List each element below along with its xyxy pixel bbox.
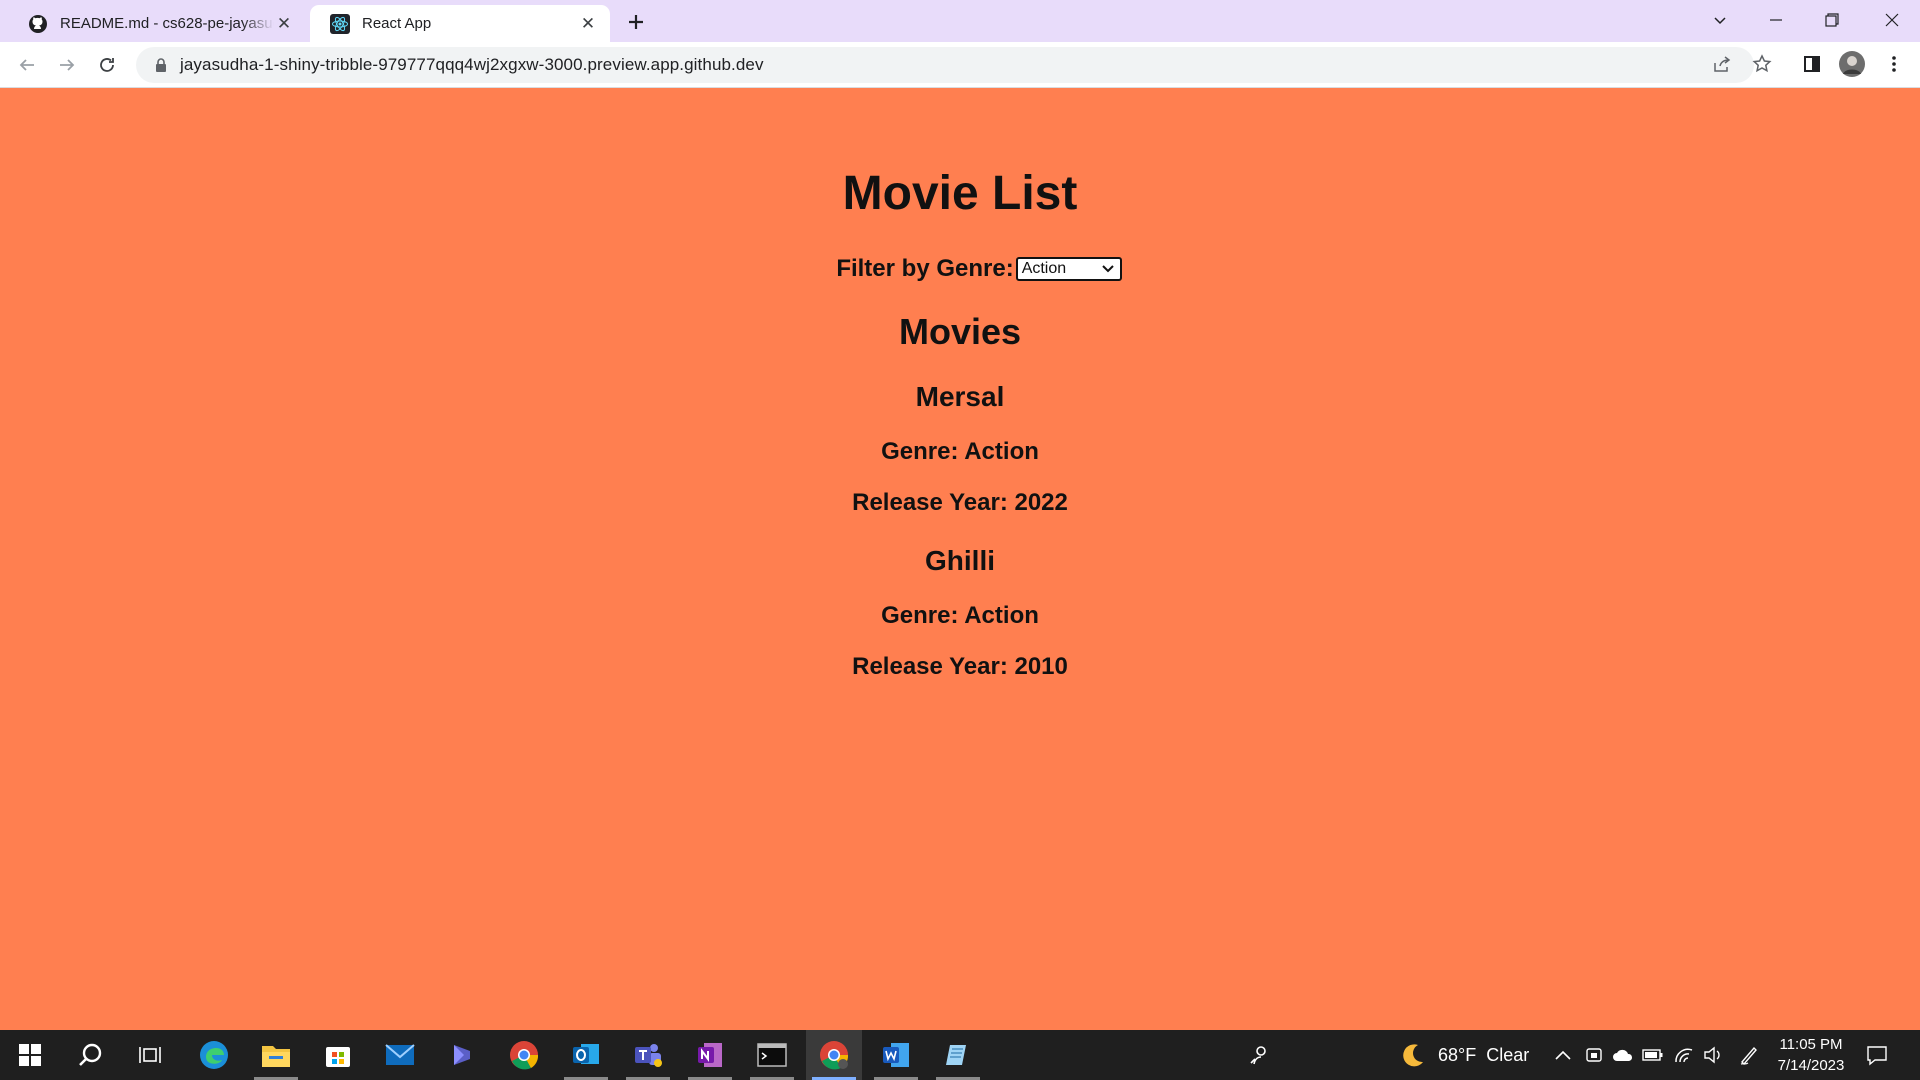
start-icon[interactable] — [2, 1030, 58, 1080]
task-view-icon[interactable] — [122, 1030, 178, 1080]
share-icon[interactable] — [1708, 50, 1736, 78]
forward-arrow-icon[interactable] — [50, 48, 84, 82]
pen-ink-icon[interactable] — [1738, 1030, 1760, 1080]
close-tab-icon[interactable]: ✕ — [578, 14, 598, 34]
chrome-icon[interactable] — [496, 1030, 552, 1080]
notification-center-icon[interactable] — [1866, 1030, 1888, 1080]
mail-icon[interactable] — [372, 1030, 428, 1080]
tab-readme[interactable]: README.md - cs628-pe-jayasudha ✕ — [8, 5, 306, 42]
system-clock[interactable]: 11:05 PM 7/14/2023 — [1766, 1034, 1856, 1076]
back-arrow-icon[interactable] — [10, 48, 44, 82]
chevron-down-icon — [1101, 260, 1114, 278]
genre-select-value: Action — [1021, 260, 1067, 277]
chrome-active-icon[interactable] — [806, 1030, 862, 1080]
onedrive-cloud-icon[interactable] — [1612, 1030, 1634, 1080]
copilot-icon[interactable] — [434, 1030, 490, 1080]
tab-search-chevron-icon[interactable] — [1692, 0, 1748, 40]
movie-release-year: Release Year: 2010 — [852, 653, 1068, 680]
tab-title: README.md - cs628-pe-jayasudha — [60, 15, 274, 32]
file-explorer-icon[interactable] — [248, 1030, 304, 1080]
bookmark-star-icon[interactable] — [1748, 50, 1776, 78]
genre-select[interactable]: Action — [1015, 257, 1122, 281]
restore-icon[interactable] — [1804, 0, 1860, 40]
wifi-icon[interactable] — [1674, 1030, 1696, 1080]
browser-toolbar: jayasudha-1-shiny-tribble-979777qqq4wj2x… — [0, 42, 1920, 88]
reload-icon[interactable] — [90, 48, 124, 82]
lock-icon[interactable] — [152, 56, 170, 74]
terminal-icon[interactable] — [744, 1030, 800, 1080]
kebab-menu-icon[interactable] — [1880, 50, 1908, 78]
search-icon[interactable] — [62, 1030, 118, 1080]
moon-icon — [1400, 1042, 1426, 1068]
microsoft-store-icon[interactable] — [310, 1030, 366, 1080]
tab-react-app[interactable]: React App ✕ — [310, 5, 610, 42]
clock-time: 11:05 PM — [1779, 1036, 1843, 1053]
movie-genre: Genre: Action — [881, 438, 1039, 465]
profile-avatar[interactable] — [1838, 50, 1866, 78]
page-content: Movie List Filter by Genre: Action Movie… — [0, 89, 1920, 1030]
movie-title: Ghilli — [925, 545, 995, 576]
show-hidden-icons-chevron-icon[interactable] — [1554, 1030, 1572, 1080]
close-window-icon[interactable] — [1864, 0, 1920, 40]
notepad-icon[interactable] — [930, 1030, 986, 1080]
word-icon[interactable] — [868, 1030, 924, 1080]
github-icon — [28, 14, 48, 34]
outlook-icon[interactable] — [558, 1030, 614, 1080]
weather-text: 68°F Clear — [1438, 1044, 1530, 1065]
side-panel-icon[interactable] — [1798, 50, 1826, 78]
filter-label: Filter by Genre: — [836, 255, 1014, 282]
clock-date: 7/14/2023 — [1777, 1057, 1845, 1074]
react-icon — [330, 13, 350, 34]
people-icon[interactable] — [1232, 1030, 1288, 1080]
weather-widget[interactable]: 68°F Clear — [1400, 1030, 1529, 1080]
movie-release-year: Release Year: 2022 — [852, 489, 1068, 516]
movies-heading: Movies — [898, 311, 1022, 352]
page-title: Movie List — [842, 167, 1078, 220]
windows-taskbar: 68°F Clear 11:05 PM 7/14/2023 — [0, 1030, 1920, 1080]
genre-filter: Filter by Genre: Action — [0, 255, 1920, 283]
url-text[interactable]: jayasudha-1-shiny-tribble-979777qqq4wj2x… — [180, 55, 764, 75]
movie-title: Mersal — [915, 381, 1005, 412]
meet-now-icon[interactable] — [1584, 1030, 1604, 1080]
volume-icon[interactable] — [1703, 1030, 1723, 1080]
movie-genre: Genre: Action — [881, 602, 1039, 629]
address-bar[interactable]: jayasudha-1-shiny-tribble-979777qqq4wj2x… — [136, 47, 1754, 83]
close-tab-icon[interactable]: ✕ — [274, 14, 294, 34]
teams-icon[interactable] — [620, 1030, 676, 1080]
edge-icon[interactable] — [186, 1030, 242, 1080]
browser-tab-strip: README.md - cs628-pe-jayasudha ✕ React A… — [0, 0, 1920, 42]
onenote-icon[interactable] — [682, 1030, 738, 1080]
battery-icon[interactable] — [1642, 1030, 1664, 1080]
minimize-icon[interactable] — [1748, 0, 1804, 40]
new-tab-plus-icon[interactable] — [622, 8, 650, 36]
tab-title: React App — [362, 15, 432, 32]
